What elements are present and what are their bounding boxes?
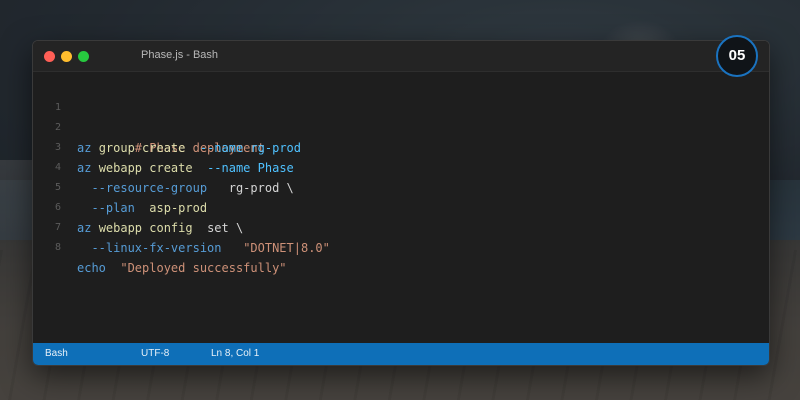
code-keyword: echo <box>77 261 106 275</box>
status-bar: Bash UTF-8 Ln 8, Col 1 <box>33 343 769 365</box>
code-line: 6 az webapp config set \ <box>33 178 769 235</box>
status-encoding[interactable]: UTF-8 <box>141 343 169 365</box>
code-string: "DOTNET|8.0" <box>243 241 330 255</box>
code-text: --linux-fx-version "DOTNET|8.0" <box>77 238 330 258</box>
code-line: 8 echo "Deployed successfully" <box>33 218 769 275</box>
code-line: 3 az webapp create --name Phase <box>33 118 769 175</box>
maximize-dot-icon[interactable] <box>78 51 89 62</box>
code-line: 5 --plan asp-prod <box>33 158 769 215</box>
status-language[interactable]: Bash <box>45 343 68 365</box>
code-line: 7 --linux-fx-version "DOTNET|8.0" <box>33 198 769 255</box>
terminal-window: Phase.js - Bash 1 # Phase deployment 2 a… <box>32 40 770 366</box>
line-number: 8 <box>54 242 61 253</box>
code-line: 2 az group create --name rg-prod <box>33 98 769 155</box>
code-editor[interactable]: 1 # Phase deployment 2 az group create -… <box>33 72 769 343</box>
code-line: 4 --resource-group rg-prod \ <box>33 138 769 195</box>
window-title: Phase.js - Bash <box>141 49 219 61</box>
minimize-dot-icon[interactable] <box>61 51 72 62</box>
code-text: echo "Deployed successfully" <box>77 258 287 278</box>
close-dot-icon[interactable] <box>44 51 55 62</box>
code-flag: --linux-fx-version <box>91 241 222 255</box>
step-number-badge: 05 <box>716 35 758 77</box>
status-cursor-position[interactable]: Ln 8, Col 1 <box>211 343 259 365</box>
code-line: 1 # Phase deployment <box>33 78 769 155</box>
title-bar: Phase.js - Bash <box>33 41 769 72</box>
code-string: "Deployed successfully" <box>120 261 287 275</box>
